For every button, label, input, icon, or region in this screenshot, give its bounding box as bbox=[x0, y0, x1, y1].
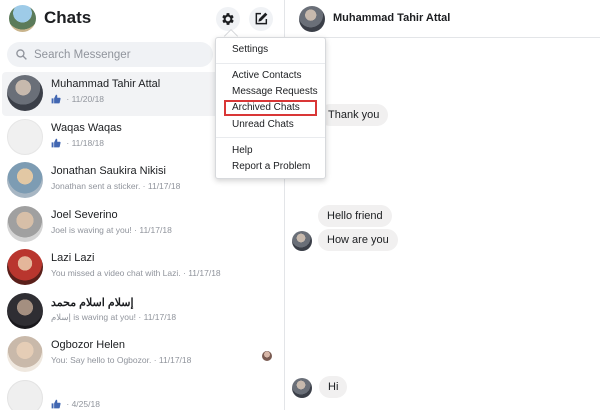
conversation-name: Waqas Waqas bbox=[51, 121, 122, 134]
meta-separator: · bbox=[180, 268, 189, 278]
gear-icon bbox=[222, 13, 234, 25]
conversation-preview: إسلام is waving at you! bbox=[51, 311, 137, 322]
chat-pane: Muhammad Tahir Attal Thank you Hello fri… bbox=[286, 0, 600, 410]
avatar bbox=[7, 75, 43, 111]
conversation-meta: You missed a video chat with Lazi. · 11/… bbox=[51, 268, 221, 278]
conversation-preview: You: Say hello to Ogbozor. bbox=[51, 355, 152, 365]
avatar bbox=[7, 205, 43, 242]
seen-avatar bbox=[262, 351, 272, 361]
message-bubble: Hi bbox=[319, 376, 348, 398]
conversation-name: Muhammad Tahir Attal bbox=[51, 78, 161, 90]
search-input[interactable] bbox=[34, 48, 204, 61]
conversation-meta: · 11/18/18 bbox=[51, 138, 104, 148]
conversation-name: Ogbozor Helen bbox=[51, 339, 125, 351]
avatar bbox=[7, 379, 43, 410]
thumbs-up-icon bbox=[51, 138, 61, 148]
conversation-meta: Joel is waving at you! · 11/17/18 bbox=[51, 225, 172, 235]
avatar bbox=[7, 249, 43, 285]
settings-menu: Settings Active Contacts Message Request… bbox=[215, 37, 326, 179]
avatar bbox=[7, 292, 43, 329]
conversation-date: 4/25/18 bbox=[71, 398, 100, 409]
conversation-preview: Joel is waving at you! bbox=[51, 224, 132, 235]
menu-item-help[interactable]: Help bbox=[232, 145, 253, 156]
conversation-date: 11/20/18 bbox=[71, 94, 105, 104]
search-bar[interactable] bbox=[7, 42, 213, 67]
peer-name[interactable]: Muhammad Tahir Attal bbox=[333, 12, 450, 24]
conversation-date: 11/17/18 bbox=[147, 181, 181, 191]
meta-separator: · bbox=[64, 398, 72, 409]
menu-item-active-contacts[interactable]: Active Contacts bbox=[232, 70, 301, 81]
sender-avatar bbox=[292, 378, 312, 398]
menu-divider bbox=[216, 137, 325, 138]
meta-separator: · bbox=[151, 355, 159, 365]
thumbs-up-icon bbox=[51, 399, 61, 409]
conversation-date: 11/17/18 bbox=[188, 268, 221, 278]
conversation-date: 11/17/18 bbox=[139, 224, 172, 235]
conversation-date: 11/17/18 bbox=[143, 312, 177, 322]
conversation-meta: Jonathan sent a sticker. · 11/17/18 bbox=[51, 181, 180, 191]
chat-header: Muhammad Tahir Attal bbox=[286, 0, 600, 38]
conversation-preview: Jonathan sent a sticker. bbox=[51, 181, 141, 191]
meta-separator: · bbox=[136, 312, 144, 322]
conversation-meta: You: Say hello to Ogbozor. · 11/17/18 bbox=[51, 355, 191, 365]
message-bubble: How are you bbox=[318, 229, 398, 251]
message-bubble: Hello friend bbox=[318, 205, 392, 227]
conversation-meta: إسلام is waving at you! · 11/17/18 bbox=[51, 312, 176, 323]
conversation-item[interactable]: · 4/25/18 bbox=[2, 377, 283, 410]
thumbs-up-icon bbox=[51, 94, 61, 104]
conversation-meta: · 4/25/18 bbox=[51, 399, 100, 409]
sender-avatar bbox=[292, 231, 312, 251]
menu-item-archived-chats[interactable]: Archived Chats bbox=[232, 102, 300, 113]
profile-avatar[interactable] bbox=[9, 5, 36, 32]
meta-separator: · bbox=[64, 94, 72, 104]
peer-avatar[interactable] bbox=[299, 6, 325, 32]
meta-separator: · bbox=[64, 137, 72, 148]
avatar bbox=[7, 118, 43, 155]
search-icon bbox=[16, 49, 27, 60]
menu-divider bbox=[216, 63, 325, 64]
conversation-name: Jonathan Saukira Nikisi bbox=[51, 165, 166, 177]
conversation-date: 11/18/18 bbox=[71, 137, 105, 148]
avatar bbox=[7, 162, 43, 198]
conversation-item[interactable]: Ogbozor Helen You: Say hello to Ogbozor.… bbox=[2, 333, 283, 377]
conversation-item[interactable]: Joel Severino Joel is waving at you! · 1… bbox=[2, 203, 283, 247]
conversation-item[interactable]: Lazi Lazi You missed a video chat with L… bbox=[2, 246, 283, 290]
menu-item-settings[interactable]: Settings bbox=[232, 44, 268, 55]
meta-separator: · bbox=[140, 181, 148, 191]
compose-icon bbox=[255, 12, 268, 25]
message-bubble: Thank you bbox=[319, 104, 389, 126]
new-message-button[interactable] bbox=[249, 7, 273, 31]
menu-item-unread-chats[interactable]: Unread Chats bbox=[232, 119, 294, 130]
page-title: Chats bbox=[44, 8, 92, 27]
menu-item-message-requests[interactable]: Message Requests bbox=[232, 86, 318, 97]
conversation-date: 11/17/18 bbox=[158, 355, 192, 365]
menu-item-report-problem[interactable]: Report a Problem bbox=[232, 161, 310, 172]
meta-separator: · bbox=[131, 224, 140, 235]
avatar bbox=[7, 336, 43, 372]
conversation-name: Joel Severino bbox=[51, 208, 118, 221]
conversation-item[interactable]: إسلام اسلام محمد إسلام is waving at you!… bbox=[2, 290, 283, 334]
sidebar-header: Chats bbox=[0, 0, 285, 38]
conversation-name: Lazi Lazi bbox=[51, 252, 95, 264]
conversation-meta: · 11/20/18 bbox=[51, 94, 104, 104]
conversation-name: إسلام اسلام محمد bbox=[51, 296, 134, 309]
settings-button[interactable] bbox=[216, 7, 240, 31]
conversation-preview: You missed a video chat with Lazi. bbox=[51, 268, 181, 278]
